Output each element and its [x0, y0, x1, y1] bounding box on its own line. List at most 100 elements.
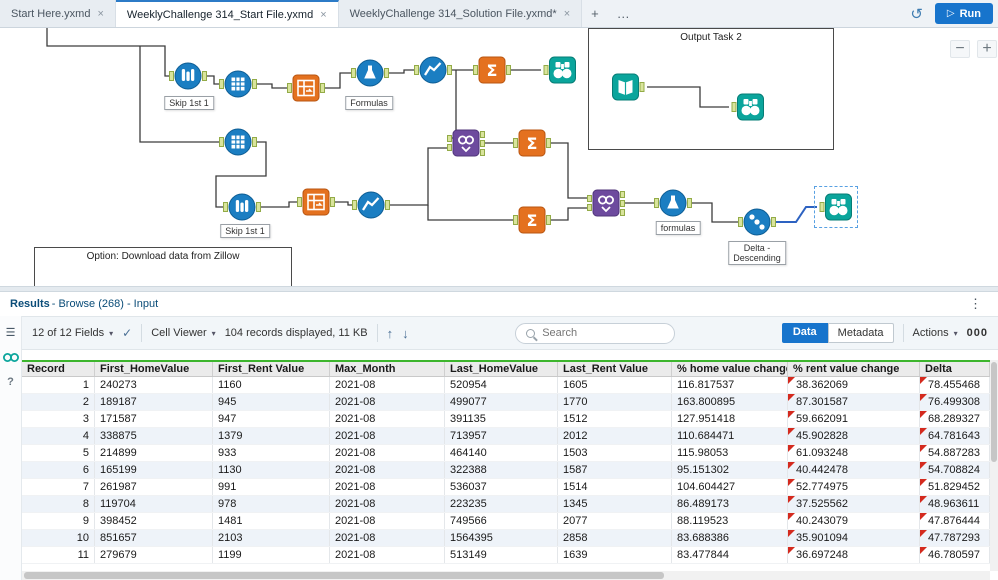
- tab-close-icon[interactable]: ×: [564, 8, 570, 20]
- tab-overflow-button[interactable]: …: [608, 0, 639, 27]
- table-cell[interactable]: 464140: [445, 445, 558, 461]
- actions-extra[interactable]: 000: [967, 327, 988, 339]
- table-cell[interactable]: 1564395: [445, 530, 558, 546]
- help-icon[interactable]: ?: [7, 376, 14, 388]
- table-cell[interactable]: 1199: [213, 547, 330, 563]
- table-cell[interactable]: 1345: [558, 496, 672, 512]
- select-tool[interactable]: [219, 128, 257, 156]
- menu-icon[interactable]: ☰: [6, 326, 16, 339]
- table-row[interactable]: 7 261987 991 2021-08 536037 1514 104.604427 52.…: [22, 479, 990, 496]
- table-cell[interactable]: 4: [22, 428, 95, 444]
- table-cell[interactable]: 11: [22, 547, 95, 563]
- table-cell[interactable]: 2021-08: [330, 377, 445, 393]
- table-cell[interactable]: 165199: [95, 462, 213, 478]
- table-cell[interactable]: 1379: [213, 428, 330, 444]
- browse-tool[interactable]: [731, 93, 765, 121]
- table-cell[interactable]: 214899: [95, 445, 213, 461]
- table-row[interactable]: 9 398452 1481 2021-08 749566 2077 88.119523 40.…: [22, 513, 990, 530]
- table-cell[interactable]: 7: [22, 479, 95, 495]
- scroll-up-icon[interactable]: ↑: [387, 326, 394, 341]
- table-cell[interactable]: 1130: [213, 462, 330, 478]
- table-cell[interactable]: 86.489173: [672, 496, 788, 512]
- table-cell[interactable]: 978: [213, 496, 330, 512]
- table-cell[interactable]: 10: [22, 530, 95, 546]
- column-header[interactable]: % home value change: [672, 362, 788, 376]
- table-cell[interactable]: 64.781643: [920, 428, 990, 444]
- table-cell[interactable]: 40.243079: [788, 513, 920, 529]
- sort-tool[interactable]: [738, 208, 776, 236]
- table-cell[interactable]: 119704: [95, 496, 213, 512]
- table-cell[interactable]: 95.151302: [672, 462, 788, 478]
- table-cell[interactable]: 338875: [95, 428, 213, 444]
- table-cell[interactable]: 851657: [95, 530, 213, 546]
- table-cell[interactable]: 1481: [213, 513, 330, 529]
- table-cell[interactable]: 2021-08: [330, 462, 445, 478]
- table-cell[interactable]: 1770: [558, 394, 672, 410]
- column-header[interactable]: First_Rent Value: [213, 362, 330, 376]
- metadata-view-button[interactable]: Metadata: [827, 323, 894, 343]
- table-cell[interactable]: 520954: [445, 377, 558, 393]
- search-input[interactable]: [542, 327, 653, 339]
- table-row[interactable]: 1 240273 1160 2021-08 520954 1605 116.817537 38…: [22, 377, 990, 394]
- table-cell[interactable]: 1639: [558, 547, 672, 563]
- summarize-tool[interactable]: Σ: [473, 56, 511, 84]
- table-cell[interactable]: 2021-08: [330, 411, 445, 427]
- scroll-down-icon[interactable]: ↓: [402, 326, 409, 341]
- table-cell[interactable]: 2021-08: [330, 394, 445, 410]
- table-cell[interactable]: 322388: [445, 462, 558, 478]
- table-cell[interactable]: 2021-08: [330, 513, 445, 529]
- table-cell[interactable]: 68.289327: [920, 411, 990, 427]
- tab-start-here[interactable]: Start Here.yxmd ×: [0, 0, 116, 27]
- scrollbar-thumb[interactable]: [24, 572, 664, 579]
- table-cell[interactable]: 2021-08: [330, 530, 445, 546]
- crosstab-tool[interactable]: [287, 74, 325, 102]
- table-cell[interactable]: 36.697248: [788, 547, 920, 563]
- running-total-tool[interactable]: [414, 56, 452, 84]
- table-cell[interactable]: 1160: [213, 377, 330, 393]
- table-cell[interactable]: 713957: [445, 428, 558, 444]
- table-cell[interactable]: 947: [213, 411, 330, 427]
- table-row[interactable]: 6 165199 1130 2021-08 322388 1587 95.151302 40.…: [22, 462, 990, 479]
- column-header[interactable]: Max_Month: [330, 362, 445, 376]
- table-cell[interactable]: 46.780597: [920, 547, 990, 563]
- table-cell[interactable]: 1605: [558, 377, 672, 393]
- fields-dropdown[interactable]: 12 of 12 Fields ▾: [32, 327, 113, 339]
- column-header[interactable]: First_HomeValue: [95, 362, 213, 376]
- table-cell[interactable]: 88.119523: [672, 513, 788, 529]
- table-cell[interactable]: 2021-08: [330, 428, 445, 444]
- table-cell[interactable]: 5: [22, 445, 95, 461]
- table-cell[interactable]: 2077: [558, 513, 672, 529]
- history-icon[interactable]: ↺: [910, 5, 923, 23]
- apply-check-icon[interactable]: ✓: [122, 326, 132, 340]
- running-total-tool[interactable]: [352, 191, 390, 219]
- select-tool[interactable]: [219, 70, 257, 98]
- table-cell[interactable]: 47.876444: [920, 513, 990, 529]
- table-row[interactable]: 3 171587 947 2021-08 391135 1512 127.951418 59.…: [22, 411, 990, 428]
- summarize-tool[interactable]: Σ: [513, 206, 551, 234]
- table-cell[interactable]: 40.442478: [788, 462, 920, 478]
- tab-close-icon[interactable]: ×: [320, 9, 326, 21]
- new-tab-button[interactable]: +: [582, 0, 608, 27]
- table-cell[interactable]: 933: [213, 445, 330, 461]
- table-row[interactable]: 4 338875 1379 2021-08 713957 2012 110.684471 45…: [22, 428, 990, 445]
- table-cell[interactable]: 536037: [445, 479, 558, 495]
- summarize-tool[interactable]: Σ: [513, 129, 551, 157]
- tab-close-icon[interactable]: ×: [97, 8, 103, 20]
- zoom-out-button[interactable]: −: [950, 40, 970, 58]
- table-cell[interactable]: 37.525562: [788, 496, 920, 512]
- browse-tool-selected[interactable]: [819, 193, 853, 221]
- table-cell[interactable]: 1: [22, 377, 95, 393]
- table-cell[interactable]: 2: [22, 394, 95, 410]
- table-cell[interactable]: 83.477844: [672, 547, 788, 563]
- table-cell[interactable]: 116.817537: [672, 377, 788, 393]
- table-cell[interactable]: 47.787293: [920, 530, 990, 546]
- table-cell[interactable]: 76.499308: [920, 394, 990, 410]
- table-row[interactable]: 10 851657 2103 2021-08 1564395 2858 83.688386 3…: [22, 530, 990, 547]
- table-cell[interactable]: 87.301587: [788, 394, 920, 410]
- table-cell[interactable]: 59.662091: [788, 411, 920, 427]
- tab-solution-file[interactable]: WeeklyChallenge 314_Solution File.yxmd* …: [338, 0, 583, 27]
- table-cell[interactable]: 189187: [95, 394, 213, 410]
- column-header[interactable]: Record: [22, 362, 95, 376]
- table-cell[interactable]: 513149: [445, 547, 558, 563]
- column-header[interactable]: Last_Rent Value: [558, 362, 672, 376]
